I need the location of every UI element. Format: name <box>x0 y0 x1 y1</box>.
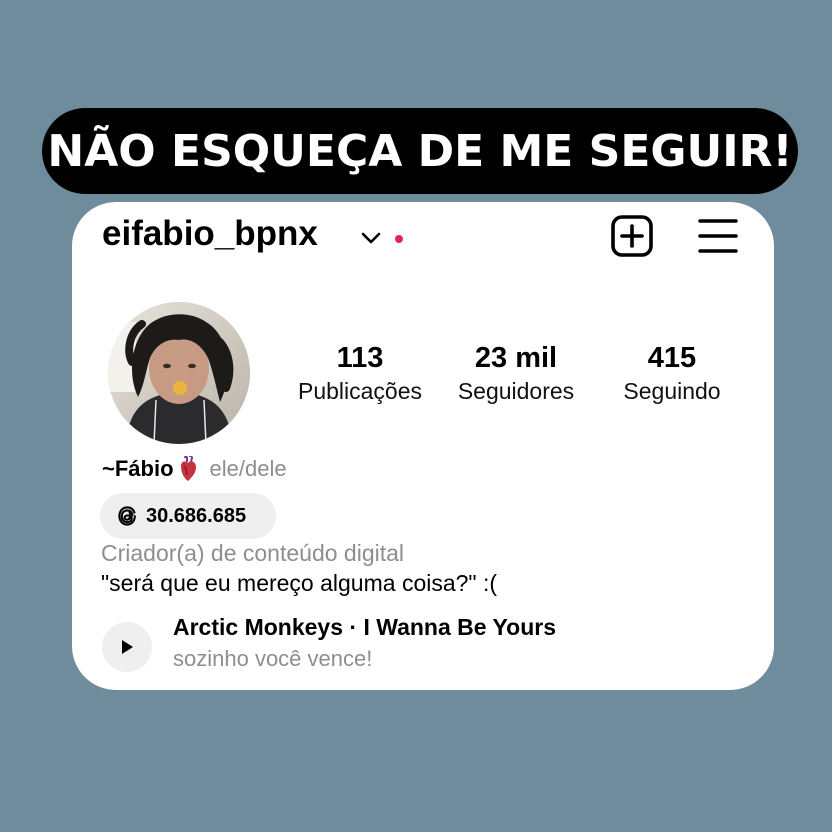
profile-avatar[interactable] <box>108 302 250 444</box>
display-name: ~Fábio <box>102 456 174 481</box>
menu-icon[interactable] <box>696 214 740 258</box>
stat-following-value: 415 <box>647 342 697 374</box>
play-icon <box>122 640 133 654</box>
profile-category: Criador(a) de conteúdo digital <box>101 540 405 566</box>
profile-bio: "será que eu mereço alguma coisa?" :( <box>101 570 498 596</box>
song-subtitle: sozinho você vence! <box>173 646 373 671</box>
stat-followers-value: 23 mil <box>474 342 558 374</box>
anatomical-heart-icon <box>180 456 196 481</box>
banner-text: NÃO ESQUEÇA DE ME SEGUIR! <box>47 125 793 177</box>
stat-posts-label: Publicações <box>297 378 423 404</box>
stat-following[interactable]: 415 Seguindo <box>602 340 742 406</box>
play-button[interactable] <box>102 622 152 672</box>
profile-header: eifabio_bpnx <box>102 210 742 258</box>
stat-followers-label: Seguidores <box>457 378 575 404</box>
stat-following-label: Seguindo <box>623 378 721 404</box>
profile-name-row: ~Fábio ele/dele <box>102 454 287 484</box>
threads-icon <box>118 506 136 526</box>
profile-stats: 113 Publicações 23 mil Seguidores 415 Se… <box>290 340 750 410</box>
song-title: Arctic Monkeys · I Wanna Be Yours <box>173 614 557 640</box>
username[interactable]: eifabio_bpnx <box>102 214 318 254</box>
threads-follower-count: 30.686.685 <box>146 504 247 527</box>
notification-dot-icon <box>395 235 403 243</box>
stat-posts[interactable]: 113 Publicações <box>290 340 430 406</box>
profile-music[interactable]: Arctic Monkeys · I Wanna Be Yours sozinh… <box>102 612 702 676</box>
pronouns: ele/dele <box>209 456 287 481</box>
avatar-image <box>108 302 250 444</box>
threads-badge[interactable]: 30.686.685 <box>100 493 276 539</box>
instagram-profile-card: eifabio_bpnx 113 Publicações 23 mil Segu… <box>72 202 774 690</box>
chevron-down-icon[interactable] <box>360 230 382 246</box>
follow-reminder-banner: NÃO ESQUEÇA DE ME SEGUIR! <box>42 108 798 194</box>
stat-followers[interactable]: 23 mil Seguidores <box>446 340 586 406</box>
stat-posts-value: 113 <box>336 342 384 374</box>
create-post-icon[interactable] <box>610 214 654 258</box>
